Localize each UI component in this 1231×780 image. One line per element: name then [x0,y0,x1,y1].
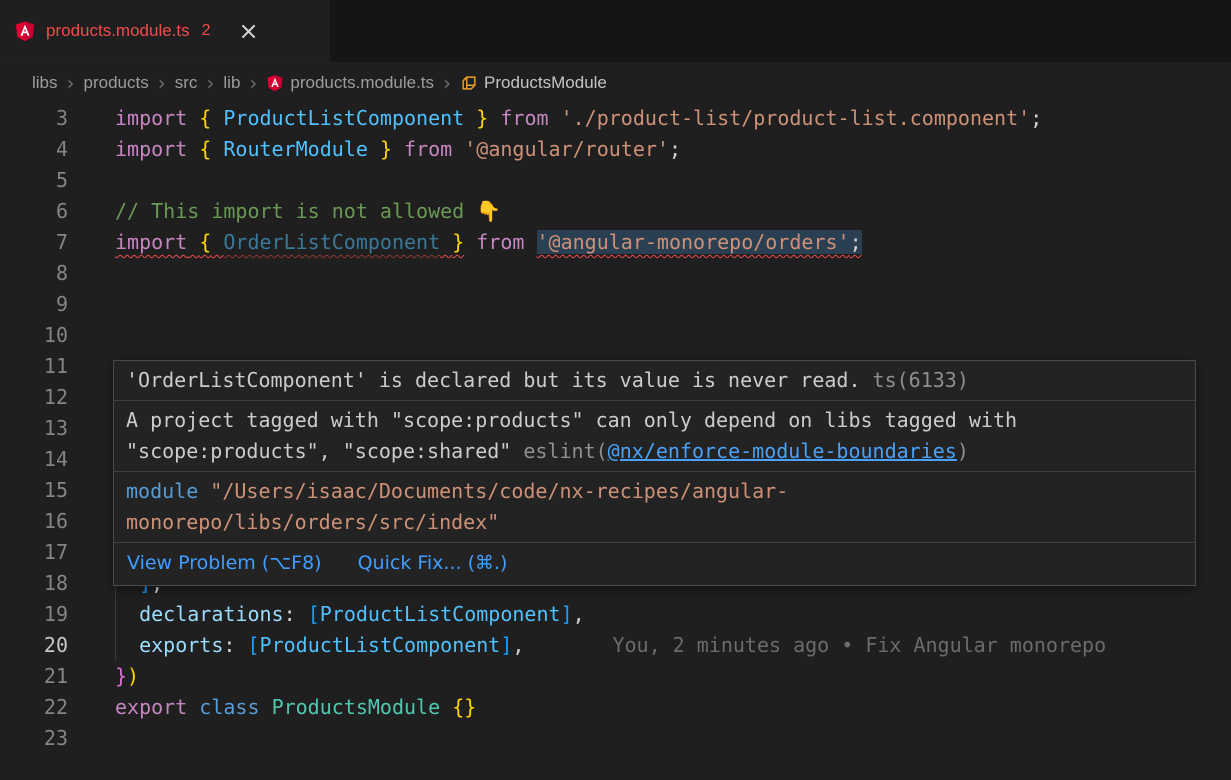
code-line-6[interactable]: 6 // This import is not allowed 👇 [0,196,1231,227]
breadcrumb-label: products [84,73,149,93]
line-number: 12 [0,382,68,413]
line-number: 13 [0,413,68,444]
class-symbol-icon [460,74,478,92]
code-line-4[interactable]: 4 import { RouterModule } from '@angular/… [0,134,1231,165]
diagnostic-hover-popup: 'OrderListComponent' is declared but its… [113,360,1196,586]
line-number: 17 [0,537,68,568]
code-line-3[interactable]: 3 import { ProductListComponent } from '.… [0,103,1231,134]
breadcrumb-separator: › [249,73,257,93]
hover-text: eslint( [523,439,607,463]
line-content: export class ProductsModule {} [115,692,1231,723]
code-line-20[interactable]: 20 exports: [ProductListComponent],You, … [0,630,1231,661]
breadcrumb-label: src [175,73,198,93]
breadcrumb-separator: › [158,73,166,93]
code-editor[interactable]: 3 import { ProductListComponent } from '.… [0,103,1231,754]
line-content [115,723,1231,754]
angular-icon [14,20,36,42]
hover-message-1: A project tagged with "scope:products" c… [114,401,1195,472]
code-line-9[interactable]: 9 [0,289,1231,320]
breadcrumb-item-products[interactable]: products [84,73,149,93]
editor-tab-bar: products.module.ts 2 × [0,0,1231,63]
angular-icon [266,74,284,92]
tab-title: products.module.ts [46,21,190,41]
hover-text: module [126,479,210,503]
breadcrumb-separator: › [67,73,75,93]
close-icon[interactable]: × [239,19,259,43]
hover-messages: 'OrderListComponent' is declared but its… [114,361,1195,543]
code-line-5[interactable]: 5 [0,165,1231,196]
hover-message-2: module "/Users/isaac/Documents/code/nx-r… [114,472,1195,543]
line-number: 14 [0,444,68,475]
tab-error-count-badge: 2 [202,22,211,40]
line-number: 21 [0,661,68,692]
line-number: 18 [0,568,68,599]
line-content [115,320,1231,351]
tab-products-module[interactable]: products.module.ts 2 × [0,0,330,62]
line-number: 6 [0,196,68,227]
breadcrumb-item-src[interactable]: src [175,73,198,93]
breadcrumb-label: ProductsModule [484,73,607,93]
breadcrumb-separator: › [443,73,451,93]
line-number: 20 [0,630,68,661]
view-problem-link[interactable]: View Problem (⌥F8) [127,549,322,578]
line-content: declarations: [ProductListComponent], [115,599,1231,630]
line-number: 11 [0,351,68,382]
line-content: import { OrderListComponent } from '@ang… [115,227,1231,258]
line-content [115,165,1231,196]
code-line-8[interactable]: 8 [0,258,1231,289]
line-number: 9 [0,289,68,320]
code-line-22[interactable]: 22 export class ProductsModule {} [0,692,1231,723]
breadcrumb-item-libs[interactable]: libs [32,73,58,93]
breadcrumb-item-lib[interactable]: lib [223,73,240,93]
indent-guide [115,599,116,630]
hover-text: 'OrderListComponent' is declared but its… [126,368,861,392]
line-number: 15 [0,475,68,506]
hover-text: ) [957,439,969,463]
breadcrumb-separator: › [206,73,214,93]
code-line-10[interactable]: 10 [0,320,1231,351]
breadcrumb-item-symbol[interactable]: ProductsModule [460,73,607,93]
hover-actions: View Problem (⌥F8) Quick Fix... (⌘.) [114,543,1195,585]
line-content [115,289,1231,320]
line-content: import { ProductListComponent } from './… [115,103,1231,134]
line-content: import { RouterModule } from '@angular/r… [115,134,1231,165]
line-content: }) [115,661,1231,692]
code-line-7[interactable]: 7 import { OrderListComponent } from '@an… [0,227,1231,258]
indent-guide [115,630,116,661]
line-content: // This import is not allowed 👇 [115,196,1231,227]
eslint-rule-link[interactable]: @nx/enforce-module-boundaries [608,439,957,463]
line-number: 8 [0,258,68,289]
hover-message-0: 'OrderListComponent' is declared but its… [114,361,1195,401]
breadcrumb-label: products.module.ts [290,73,434,93]
code-line-19[interactable]: 19 declarations: [ProductListComponent], [0,599,1231,630]
git-blame-annotation: You, 2 minutes ago • Fix Angular monorep… [612,633,1106,657]
line-content: exports: [ProductListComponent],You, 2 m… [115,630,1231,661]
breadcrumb-label: lib [223,73,240,93]
breadcrumb: libs › products › src › lib › products.m… [0,63,1231,103]
line-number: 16 [0,506,68,537]
code-line-21[interactable]: 21}) [0,661,1231,692]
breadcrumb-item-file[interactable]: products.module.ts [266,73,434,93]
line-number: 5 [0,165,68,196]
breadcrumb-label: libs [32,73,58,93]
line-number: 3 [0,103,68,134]
line-number: 23 [0,723,68,754]
line-content [115,258,1231,289]
quick-fix-link[interactable]: Quick Fix... (⌘.) [358,549,508,578]
hover-text: ts(6133) [861,368,969,392]
line-number: 10 [0,320,68,351]
line-number: 4 [0,134,68,165]
line-number: 22 [0,692,68,723]
hover-text: "/Users/isaac/Documents/code/nx-recipes/… [126,479,788,534]
line-number: 19 [0,599,68,630]
line-number: 7 [0,227,68,258]
code-line-23[interactable]: 23 [0,723,1231,754]
vscode-window: products.module.ts 2 × libs › products ›… [0,0,1231,780]
